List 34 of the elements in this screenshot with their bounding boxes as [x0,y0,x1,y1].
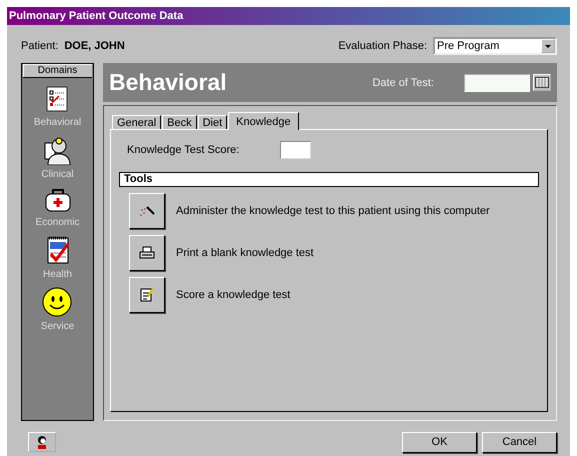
tab[interactable]: General [112,115,162,129]
person-icon [36,435,48,449]
medical-bag-icon [42,187,72,213]
dialog-button[interactable]: OK [402,432,477,452]
tool-description: Score a knowledge test [176,289,290,301]
evaluation-phase-dropdown[interactable]: Pre Program [433,37,557,55]
patient-name: DOE, JOHN [64,40,125,52]
calendar-button[interactable] [533,74,551,91]
window-title: Pulmonary Patient Outcome Data [7,7,570,25]
domains-title: Domains [23,64,92,78]
tool-button[interactable] [129,277,165,313]
printer-icon [139,246,155,260]
score-field[interactable] [280,141,311,159]
tool-description: Administer the knowledge test to this patient using this computer [176,205,490,217]
tool-button[interactable] [129,235,165,271]
evaluation-phase-label: Evaluation Phase: [338,40,427,52]
wand-icon [139,204,155,218]
help-button[interactable] [28,432,56,452]
tab[interactable]: Beck [162,115,197,129]
date-field[interactable] [464,74,530,92]
calendar-icon [535,77,549,88]
tool-description: Print a blank knowledge test [176,247,314,259]
score-label: Knowledge Test Score: [127,144,240,156]
tab[interactable]: Diet [198,115,228,129]
section-title: Behavioral [109,69,228,96]
tab[interactable]: Knowledge [228,112,299,130]
patient-label: Patient: [21,40,58,52]
notepad-pencil-icon [139,287,155,303]
date-label: Date of Test: [372,76,434,88]
tools-heading: Tools [119,172,539,187]
doctor-figure-icon [42,135,72,165]
tool-button[interactable] [129,193,165,229]
dialog-button[interactable]: Cancel [482,432,557,452]
smiley-icon [42,287,72,317]
